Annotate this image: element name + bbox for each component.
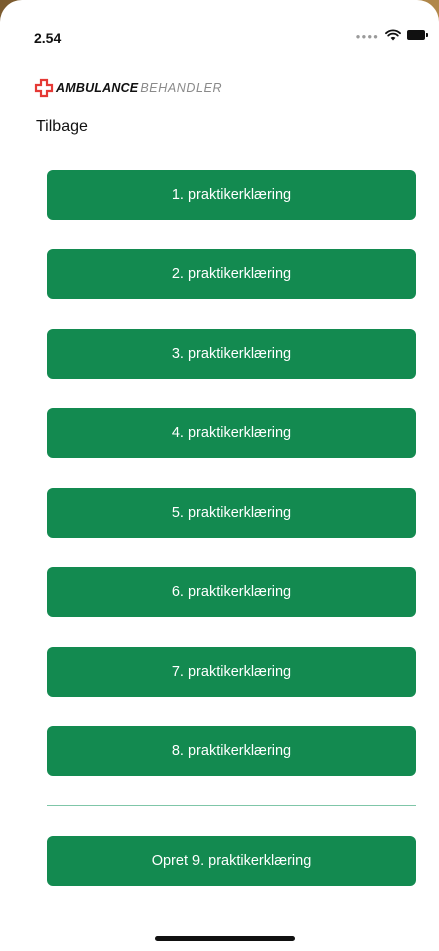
signal-dots-icon: ●●●● (355, 32, 379, 41)
status-time: 2.54 (34, 30, 62, 46)
create-praktikerklaering-button[interactable]: Opret 9. praktikerklæring (47, 836, 416, 886)
logo-text-primary: AMBULANCE (56, 81, 139, 95)
app-screen: 2.54 ●●●● AMBULANCE BEHANDLER Tilbage 1.… (0, 0, 439, 951)
praktikerklaering-8-button[interactable]: 8. praktikerklæring (47, 726, 416, 776)
praktikerklaering-4-button[interactable]: 4. praktikerklæring (47, 408, 416, 458)
back-button[interactable]: Tilbage (36, 118, 88, 136)
praktikerklaering-1-button[interactable]: 1. praktikerklæring (47, 170, 416, 220)
praktikerklaering-2-button[interactable]: 2. praktikerklæring (47, 249, 416, 299)
home-indicator[interactable] (155, 936, 295, 941)
ambulance-cross-icon (34, 78, 54, 98)
praktikerklaering-7-button[interactable]: 7. praktikerklæring (47, 647, 416, 697)
battery-icon (407, 29, 428, 40)
status-bar: 2.54 ●●●● (0, 0, 439, 60)
logo-text-secondary: BEHANDLER (140, 81, 223, 95)
wifi-icon (385, 28, 401, 40)
praktikerklaering-3-button[interactable]: 3. praktikerklæring (47, 329, 416, 379)
app-logo: AMBULANCE BEHANDLER (34, 78, 222, 98)
divider (47, 805, 416, 806)
praktikerklaering-6-button[interactable]: 6. praktikerklæring (47, 567, 416, 617)
praktikerklaering-5-button[interactable]: 5. praktikerklæring (47, 488, 416, 538)
status-icons: ●●●● (355, 28, 428, 41)
